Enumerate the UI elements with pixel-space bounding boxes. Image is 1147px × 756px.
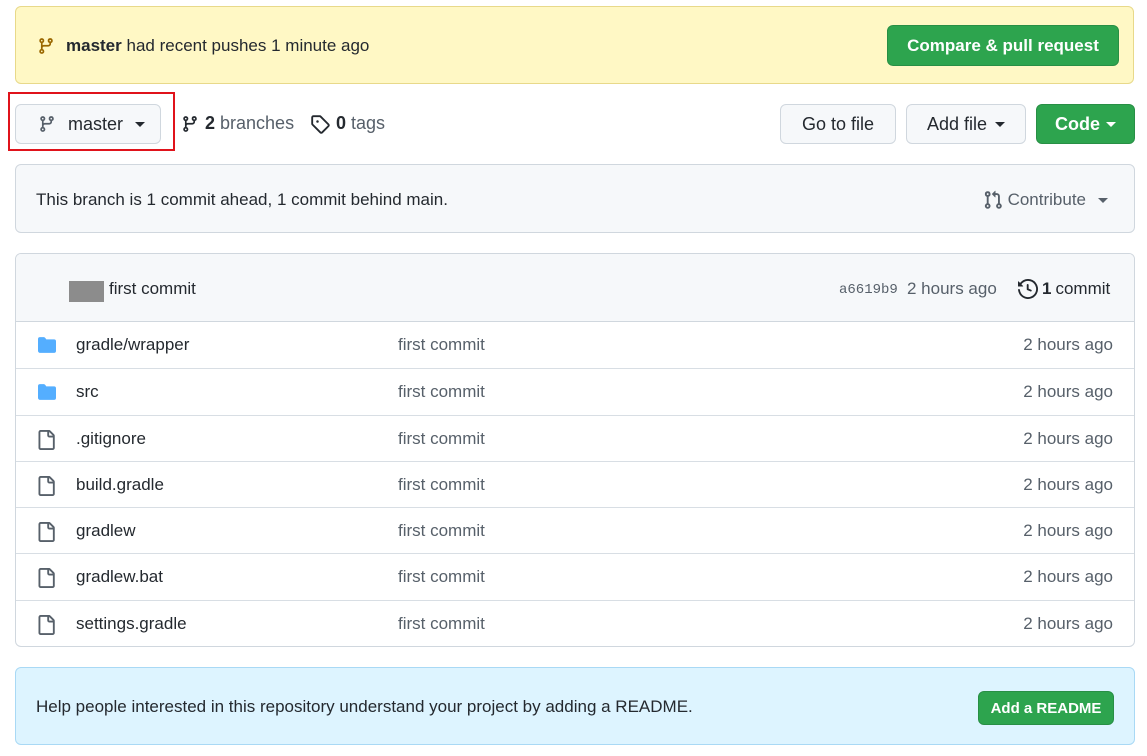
branches-count: 2: [205, 113, 216, 133]
latest-commit-sha[interactable]: a6619b9: [839, 282, 898, 298]
pushed-branch-name[interactable]: master: [66, 36, 122, 55]
commit-count: 1: [1042, 279, 1052, 298]
file-name-link[interactable]: gradlew: [76, 521, 136, 541]
commit-history-link[interactable]: 1 commit: [1018, 279, 1110, 299]
contribute-label: Contribute: [1007, 190, 1086, 209]
table-row: settings.gradle first commit 2 hours ago: [16, 599, 1134, 646]
recent-push-text: master had recent pushes 1 minute ago: [66, 36, 369, 56]
chevron-down-icon: [135, 121, 146, 127]
file-rows: gradle/wrapper first commit 2 hours ago …: [16, 322, 1134, 646]
file-icon: [38, 429, 55, 450]
history-icon: [1018, 279, 1038, 299]
compare-pull-request-button[interactable]: Compare & pull request: [887, 25, 1119, 66]
table-row: .gitignore first commit 2 hours ago: [16, 414, 1134, 461]
chevron-down-icon: [1098, 197, 1108, 203]
code-label: Code: [1055, 113, 1100, 134]
file-name-link[interactable]: .gitignore: [76, 429, 146, 449]
chevron-down-icon: [1106, 121, 1116, 127]
commit-count-label: commit: [1055, 279, 1111, 298]
table-row: build.gradle first commit 2 hours ago: [16, 460, 1134, 507]
folder-icon: [38, 337, 56, 353]
tags-link[interactable]: 0 tags: [310, 113, 385, 134]
file-commit-time: 2 hours ago: [1023, 335, 1113, 354]
file-list: first commit a6619b9 2 hours ago 1 commi…: [15, 253, 1135, 647]
go-to-file-label: Go to file: [801, 113, 875, 134]
file-name-link[interactable]: settings.gradle: [76, 614, 187, 634]
table-row: src first commit 2 hours ago: [16, 368, 1134, 414]
file-commit-message[interactable]: first commit: [398, 475, 485, 495]
branch-selector-label: master: [68, 113, 124, 134]
readme-banner-message: Help people interested in this repositor…: [36, 697, 693, 716]
file-commit-message[interactable]: first commit: [398, 382, 485, 402]
avatar[interactable]: [69, 281, 104, 302]
file-icon: [38, 614, 55, 635]
go-to-file-button[interactable]: Go to file: [780, 104, 896, 144]
git-branch-icon: [39, 38, 53, 54]
file-icon: [38, 475, 55, 496]
file-commit-time: 2 hours ago: [1023, 521, 1113, 541]
file-commit-message[interactable]: first commit: [398, 429, 485, 449]
git-branch-icon: [40, 116, 54, 132]
push-message: had recent pushes 1 minute ago: [126, 36, 370, 55]
file-icon: [38, 568, 55, 589]
latest-commit-time: 2 hours ago: [907, 279, 997, 298]
file-commit-message[interactable]: first commit: [398, 335, 485, 355]
branches-label: branches: [220, 113, 295, 133]
file-commit-message[interactable]: first commit: [398, 521, 485, 541]
branches-link[interactable]: 2 branches: [181, 113, 294, 134]
table-row: gradlew.bat first commit 2 hours ago: [16, 553, 1134, 599]
file-commit-time: 2 hours ago: [1023, 567, 1113, 587]
latest-commit-header: first commit a6619b9 2 hours ago 1 commi…: [16, 254, 1134, 322]
tag-icon: [311, 114, 330, 134]
file-commit-time: 2 hours ago: [1023, 382, 1113, 402]
git-pull-request-icon: [984, 190, 1002, 209]
latest-commit-message[interactable]: first commit: [109, 279, 196, 299]
readme-banner: Help people interested in this repositor…: [15, 667, 1135, 745]
chevron-down-icon: [995, 121, 1006, 127]
file-name-link[interactable]: build.gradle: [76, 475, 164, 495]
file-name-link[interactable]: gradle/wrapper: [76, 335, 189, 355]
add-readme-button[interactable]: Add a README: [978, 691, 1114, 725]
recent-push-banner: master had recent pushes 1 minute ago Co…: [15, 6, 1134, 84]
branch-status-message: This branch is 1 commit ahead, 1 commit …: [36, 190, 448, 209]
contribute-dropdown[interactable]: Contribute: [983, 190, 1108, 210]
file-commit-time: 2 hours ago: [1023, 474, 1113, 494]
file-commit-message[interactable]: first commit: [398, 567, 485, 587]
table-row: gradle/wrapper first commit 2 hours ago: [16, 322, 1134, 368]
add-file-button[interactable]: Add file: [906, 104, 1026, 144]
add-file-label: Add file: [926, 113, 988, 134]
file-commit-time: 2 hours ago: [1023, 613, 1113, 633]
file-icon: [38, 522, 55, 543]
file-commit-message[interactable]: first commit: [398, 614, 485, 634]
branch-status-box: This branch is 1 commit ahead, 1 commit …: [15, 164, 1135, 233]
code-button[interactable]: Code: [1036, 104, 1135, 144]
file-name-link[interactable]: gradlew.bat: [76, 567, 163, 587]
file-name-link[interactable]: src: [76, 382, 99, 402]
folder-icon: [38, 384, 56, 401]
git-branch-icon: [183, 115, 197, 132]
file-commit-time: 2 hours ago: [1023, 428, 1113, 448]
table-row: gradlew first commit 2 hours ago: [16, 507, 1134, 553]
branch-selector-button[interactable]: master: [15, 104, 161, 144]
tags-label: tags: [351, 113, 386, 133]
tags-count: 0: [336, 113, 347, 133]
